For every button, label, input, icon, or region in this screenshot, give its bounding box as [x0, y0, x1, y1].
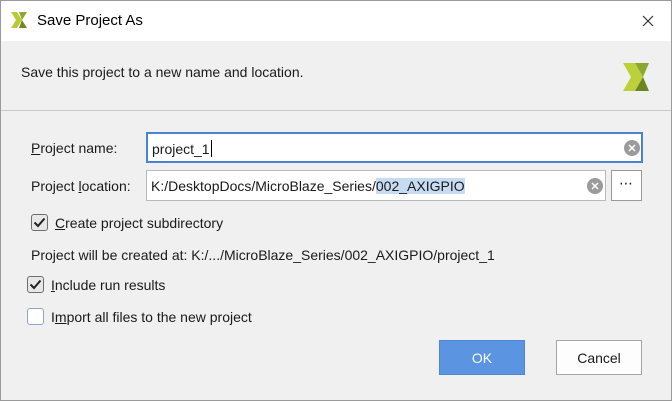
project-name-label: Project name:	[31, 140, 118, 156]
dialog-description: Save this project to a new name and loca…	[21, 64, 304, 80]
project-location-field[interactable]: K:/DesktopDocs/MicroBlaze_Series/002_AXI…	[146, 170, 606, 201]
created-at-info: Project will be created at: K:/.../Micro…	[31, 247, 495, 263]
close-icon	[642, 15, 654, 27]
x-icon	[591, 182, 599, 190]
close-button[interactable]	[625, 1, 671, 41]
import-all-files-label[interactable]: Import all files to the new project	[51, 309, 252, 325]
import-all-files-checkbox[interactable]	[27, 308, 44, 325]
ok-button[interactable]: OK	[439, 340, 525, 375]
clear-icon[interactable]	[587, 178, 603, 194]
window-title: Save Project As	[37, 12, 143, 29]
clear-icon[interactable]	[624, 140, 640, 156]
location-path-value: K:/DesktopDocs/MicroBlaze_Series/	[151, 178, 376, 194]
include-run-results-checkbox[interactable]	[27, 276, 44, 293]
include-run-results-label[interactable]: Include run results	[51, 277, 165, 293]
project-name-field[interactable]: project_1	[146, 132, 643, 163]
cancel-button[interactable]: Cancel	[556, 340, 642, 375]
vivado-logo-icon	[623, 63, 649, 91]
browse-button[interactable]: ⋯	[611, 170, 642, 201]
create-subdirectory-checkbox[interactable]	[31, 214, 48, 231]
x-icon	[628, 144, 636, 152]
project-name-value: project_1	[152, 141, 210, 157]
project-location-label: Project location:	[31, 178, 131, 194]
title-bar: Save Project As	[1, 1, 671, 41]
text-caret	[210, 140, 212, 157]
checkmark-icon	[33, 217, 46, 228]
ellipsis-icon: ⋯	[619, 175, 634, 191]
checkmark-icon	[29, 279, 42, 290]
vivado-app-icon	[11, 12, 27, 28]
dialog-header: Save this project to a new name and loca…	[1, 41, 671, 111]
save-project-dialog: Save Project As Save this project to a n…	[0, 0, 672, 401]
location-selected-text: 002_AXIGPIO	[375, 178, 465, 194]
create-subdirectory-label[interactable]: Create project subdirectory	[55, 215, 223, 231]
